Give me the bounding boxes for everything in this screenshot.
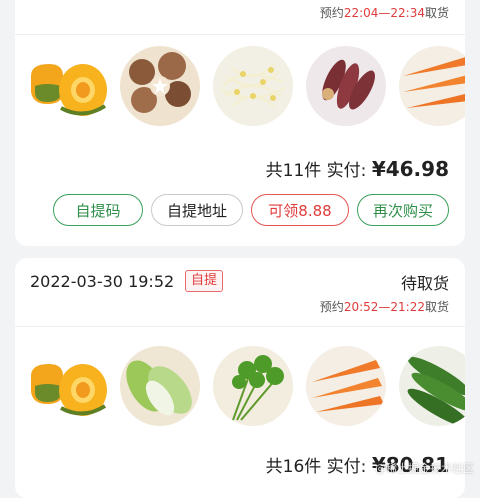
order-status: 待取货 (400, 274, 449, 293)
pickup-suffix: 取货 (424, 300, 449, 314)
pumpkin-icon (27, 346, 107, 426)
pickup-prefix: 预约 (319, 6, 344, 20)
order-date: 2022-03-30 19:52 (30, 272, 175, 291)
divider (15, 34, 465, 35)
total-amount: ¥46.98 (371, 157, 449, 181)
pickup-tag: 自提 (185, 270, 224, 292)
product-thumbnails[interactable] (27, 46, 465, 126)
total-label: 共11件 实付: (265, 161, 372, 181)
total-label: 共16件 实付: (265, 457, 372, 477)
coupon-button[interactable]: 可领8.88 (251, 194, 349, 226)
pumpkin-icon (27, 46, 107, 126)
order-total: 共11件 实付: ¥46.98 (266, 156, 449, 181)
shiitake-mushroom-icon (120, 46, 200, 126)
bean-sprouts-icon (213, 46, 293, 126)
carrot-icon (399, 46, 465, 126)
product-thumbnails[interactable] (27, 346, 465, 426)
watermark: @稀土掘金技术社区 (375, 462, 474, 475)
pickup-address-button[interactable]: 自提地址 (151, 194, 243, 226)
order-actions: 自提码 自提地址 可领8.88 再次购买 (53, 194, 449, 226)
sweet-potato-icon (306, 46, 386, 126)
divider (15, 326, 465, 327)
pickup-time: 22:04—22:34 (343, 6, 425, 20)
buy-again-button[interactable]: 再次购买 (357, 194, 449, 226)
pickup-time: 20:52—21:22 (343, 300, 425, 314)
cilantro-icon (213, 346, 293, 426)
pickup-suffix: 取货 (424, 6, 449, 20)
pickup-window: 预约22:04—22:34取货 (320, 4, 449, 21)
cucumber-icon (399, 346, 465, 426)
pickup-window: 预约20:52—21:22取货 (320, 298, 449, 315)
order-card[interactable]: 预约22:04—22:34取货 共11件 实付: ¥46.98 自提码 自提地址… (15, 0, 465, 246)
chinese-cabbage-icon (120, 346, 200, 426)
pickup-code-button[interactable]: 自提码 (53, 194, 143, 226)
carrot-icon (306, 346, 386, 426)
pickup-prefix: 预约 (319, 300, 344, 314)
